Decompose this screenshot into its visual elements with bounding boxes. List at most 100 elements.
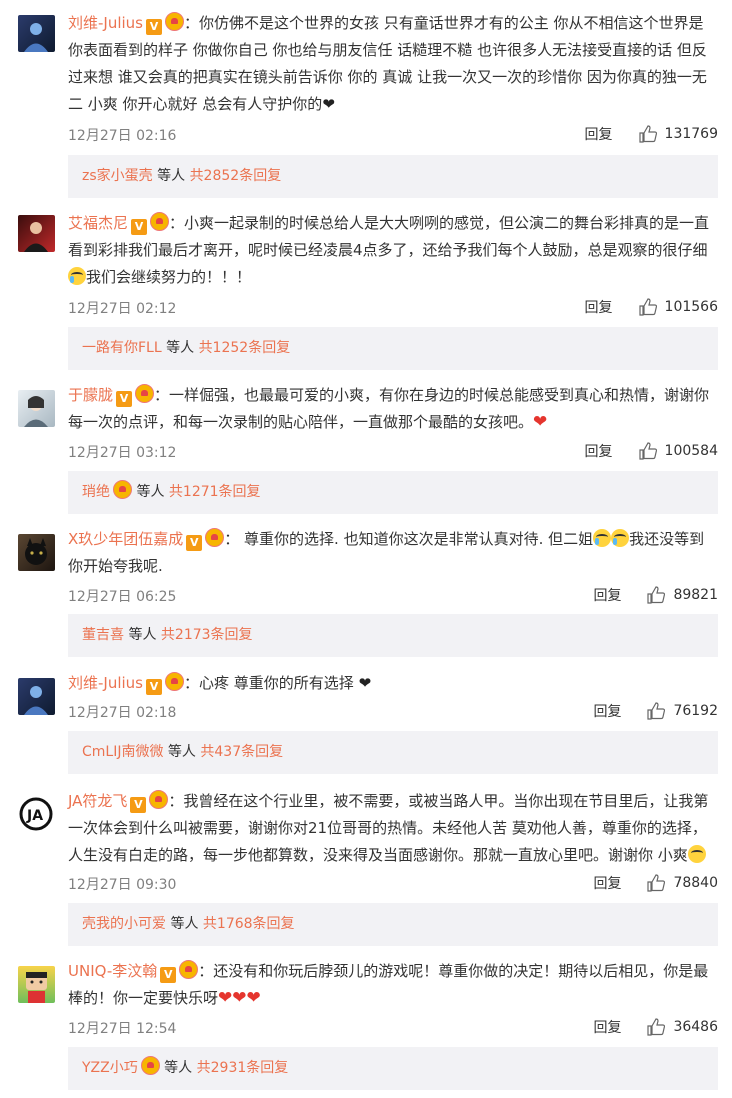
red-heart-icon: ❤: [533, 412, 548, 432]
comment-body: ： 尊重你的选择. 也知道你这次是非常认真对待. 但二姐: [224, 530, 594, 548]
avatar[interactable]: [18, 15, 55, 52]
thumbs-up-icon[interactable]: [647, 702, 666, 720]
red-heart-icon: ❤: [246, 988, 261, 1008]
sub-reply-box[interactable]: 壳我的小可爱 等人 共1768条回复: [68, 903, 718, 946]
avatar[interactable]: [18, 215, 55, 252]
comment-time: 12月27日 03:12: [68, 445, 177, 461]
comment-time: 12月27日 12:54: [68, 1021, 177, 1037]
comment-body: ：一样倔强，也最最可爱的小爽，有你在身边的时候总能感受到真心和热情，谢谢你每一次…: [68, 386, 710, 431]
comment-body-tail: 我们会继续努力的！！！: [86, 268, 252, 286]
reply-button[interactable]: 回复: [585, 297, 613, 317]
reply-button[interactable]: 回复: [593, 585, 621, 605]
thumbs-up-icon[interactable]: [638, 125, 657, 143]
comment-body: ：心疼 尊重你的所有选择: [184, 674, 359, 692]
verified-v-icon: V: [146, 679, 163, 695]
comment-text: 于朦胧 V ：一样倔强，也最最可爱的小爽，有你在身边的时候总能感受到真心和热情，谢谢…: [68, 382, 718, 436]
comment-time: 12月27日 02:18: [68, 705, 177, 721]
username-link[interactable]: 艾福杰尼: [68, 214, 128, 232]
reply-button[interactable]: 回复: [593, 701, 621, 721]
fan-badge-icon: [135, 384, 155, 403]
fan-badge-icon: [113, 480, 132, 499]
reply-button[interactable]: 回复: [593, 873, 621, 893]
fan-badge-icon: [179, 960, 199, 979]
like-count: 36486: [673, 1019, 718, 1035]
thumbs-up-icon[interactable]: [638, 442, 657, 460]
comment-time: 12月27日 06:25: [68, 589, 177, 605]
reply-button[interactable]: 回复: [593, 1017, 621, 1037]
verified-v-icon: V: [131, 219, 148, 235]
sub-reply-box[interactable]: CmLIJ南微微 等人 共437条回复: [68, 731, 718, 774]
thumbs-up-icon[interactable]: [638, 298, 657, 316]
sub-reply-box[interactable]: 琑绝 等人 共1271条回复: [68, 471, 718, 514]
sub-reply-count[interactable]: 共2173条回复: [161, 627, 253, 643]
sub-reply-count[interactable]: 共1252条回复: [199, 340, 291, 356]
avatar[interactable]: [18, 966, 55, 1003]
username-link[interactable]: X玖少年团伍嘉成: [68, 530, 183, 548]
thumbs-up-icon[interactable]: [647, 874, 666, 892]
crying-emoji-icon: [611, 529, 630, 547]
verified-v-icon: V: [160, 967, 177, 983]
like-count: 101566: [664, 299, 718, 315]
sub-reply-user[interactable]: 一路有你FLL: [82, 340, 162, 356]
comment-text: 艾福杰尼 V ：小爽一起录制的时候总给人是大大咧咧的感觉，但公演二的舞台彩排真的是一…: [68, 210, 718, 291]
sub-reply-mid: 等人: [163, 744, 201, 760]
comment-time: 12月27日 02:12: [68, 301, 177, 317]
comment-actions: 回复 76192: [593, 701, 718, 721]
sub-reply-box[interactable]: 董吉喜 等人 共2173条回复: [68, 614, 718, 657]
sub-reply-user[interactable]: 琑绝: [82, 484, 110, 500]
sub-reply-count[interactable]: 共2852条回复: [190, 168, 282, 184]
username-link[interactable]: 刘维-Julius: [68, 14, 143, 32]
sub-reply-count[interactable]: 共1768条回复: [203, 916, 295, 932]
fan-badge-icon: [165, 672, 185, 691]
reply-button[interactable]: 回复: [585, 124, 613, 144]
crying-emoji-icon: [593, 529, 612, 547]
reply-button[interactable]: 回复: [585, 441, 613, 461]
fan-badge-icon: [149, 790, 169, 809]
thumbs-up-icon[interactable]: [647, 586, 666, 604]
comment-actions: 回复 36486: [593, 1017, 718, 1037]
sub-reply-count[interactable]: 共437条回复: [200, 744, 283, 760]
avatar[interactable]: [18, 534, 55, 571]
comment-actions: 回复 131769: [585, 124, 718, 144]
comment-actions: 回复 100584: [585, 441, 718, 461]
sub-reply-user[interactable]: 董吉喜: [82, 627, 124, 643]
sub-reply-mid: 等人: [124, 627, 161, 643]
sub-reply-user[interactable]: zs家小蛋壳: [82, 168, 153, 184]
sub-reply-user[interactable]: 壳我的小可爱: [82, 916, 166, 932]
verified-v-icon: V: [186, 535, 203, 551]
sub-reply-mid: 等人: [152, 168, 190, 184]
sub-reply-user[interactable]: YZZ小巧: [82, 1060, 138, 1076]
svg-text:JA: JA: [26, 808, 43, 824]
like-count: 89821: [673, 587, 718, 603]
crying-emoji-icon: [68, 267, 86, 285]
verified-v-icon: V: [146, 19, 163, 35]
username-link[interactable]: 刘维-Julius: [68, 674, 143, 692]
username-link[interactable]: 于朦胧: [68, 386, 113, 404]
comment-text: 刘维-Julius V ：心疼 尊重你的所有选择 ❤: [68, 670, 718, 697]
sub-reply-box[interactable]: 一路有你FLL 等人 共1252条回复: [68, 327, 718, 370]
username-link[interactable]: JA符龙飞: [68, 792, 127, 810]
username-link[interactable]: UNIQ-李汶翰: [68, 962, 157, 980]
fan-badge-icon: [140, 1056, 160, 1075]
sub-reply-mid: 等人: [159, 1060, 197, 1076]
avatar[interactable]: [18, 390, 55, 427]
verified-v-icon: V: [116, 391, 133, 407]
red-heart-icon: ❤: [232, 988, 247, 1008]
sub-reply-box[interactable]: zs家小蛋壳 等人 共2852条回复: [68, 155, 718, 198]
avatar[interactable]: [18, 678, 55, 715]
like-count: 76192: [673, 703, 718, 719]
sub-reply-user[interactable]: CmLIJ南微微: [82, 744, 163, 760]
like-count: 78840: [673, 875, 718, 891]
fan-badge-icon: [150, 212, 170, 231]
sub-reply-box[interactable]: YZZ小巧 等人 共2931条回复: [68, 1047, 718, 1090]
sub-reply-count[interactable]: 共1271条回复: [169, 484, 261, 500]
cheers-emoji-icon: [687, 845, 706, 863]
thumbs-up-icon[interactable]: [647, 1018, 666, 1036]
comment-actions: 回复 78840: [593, 873, 718, 893]
comment-actions: 回复 89821: [593, 585, 718, 605]
avatar[interactable]: JA: [18, 796, 55, 833]
sub-reply-count[interactable]: 共2931条回复: [197, 1060, 289, 1076]
comment-actions: 回复 101566: [585, 297, 718, 317]
comment-text: UNIQ-李汶翰 V ：还没有和你玩后脖颈儿的游戏呢！尊重你做的决定！期待以后相见，…: [68, 958, 718, 1012]
comment-time: 12月27日 09:30: [68, 877, 177, 893]
